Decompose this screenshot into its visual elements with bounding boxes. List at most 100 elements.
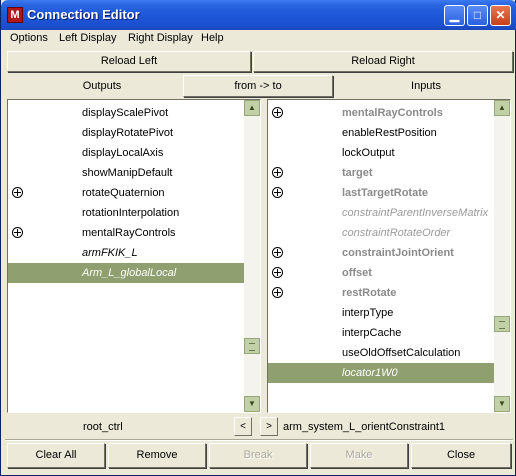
list-item[interactable]: displayScalePivot <box>8 103 244 123</box>
expand-plus-icon[interactable] <box>12 227 23 238</box>
close-button[interactable]: Close <box>411 443 511 468</box>
list-item-label: locator1W0 <box>342 367 398 379</box>
list-item[interactable]: rotateQuaternion <box>8 183 244 203</box>
outputs-scrollbar[interactable]: ▲ ▼ <box>244 100 260 412</box>
expand-plus-icon[interactable] <box>272 267 283 278</box>
list-item[interactable]: offset <box>268 263 494 283</box>
remove-button[interactable]: Remove <box>108 443 206 468</box>
arrow-down-icon: ▼ <box>248 399 256 408</box>
list-item[interactable]: interpType <box>268 303 494 323</box>
inputs-list[interactable]: mentalRayControls enableRestPosition lockO… <box>267 99 511 413</box>
list-item[interactable]: interpCache <box>268 323 494 343</box>
minimize-icon: ▁ <box>449 8 460 22</box>
list-item-label: Arm_L_globalLocal <box>82 267 177 279</box>
list-item-label: constraintJointOrient <box>342 247 454 259</box>
expand-plus-icon[interactable] <box>272 167 283 178</box>
maximize-button[interactable]: □ <box>467 5 488 26</box>
scroll-down-button[interactable]: ▼ <box>494 396 510 412</box>
chevron-left-icon: < <box>240 421 246 432</box>
list-item-label: offset <box>342 267 372 279</box>
list-item[interactable]: mentalRayControls <box>268 103 494 123</box>
chevron-right-icon: > <box>266 421 272 432</box>
inputs-header: Inputs <box>411 80 441 92</box>
list-item-label: displayScalePivot <box>82 107 169 119</box>
outputs-list[interactable]: displayScalePivot displayRotatePivot displ… <box>7 99 261 413</box>
scroll-down-button[interactable]: ▼ <box>244 396 260 412</box>
menu-options[interactable]: Options <box>10 32 48 44</box>
list-item[interactable]: lockOutput <box>268 143 494 163</box>
next-node-button[interactable]: > <box>260 417 278 436</box>
reload-right-button[interactable]: Reload Right <box>253 51 513 72</box>
expand-plus-icon[interactable] <box>272 247 283 258</box>
clear-all-button[interactable]: Clear All <box>7 443 105 468</box>
outputs-header: Outputs <box>82 80 122 92</box>
close-window-button[interactable]: ✕ <box>490 5 511 26</box>
scroll-up-button[interactable]: ▲ <box>244 100 260 116</box>
menu-right-display[interactable]: Right Display <box>128 32 193 44</box>
minimize-button[interactable]: ▁ <box>444 5 465 26</box>
list-item[interactable]: Arm_L_globalLocal <box>8 263 244 283</box>
scroll-thumb[interactable] <box>244 338 260 354</box>
expand-plus-icon[interactable] <box>272 107 283 118</box>
list-item[interactable]: enableRestPosition <box>268 123 494 143</box>
list-item[interactable]: armFKIK_L <box>8 243 244 263</box>
list-item[interactable]: locator1W0 <box>268 363 494 383</box>
list-item[interactable]: displayLocalAxis <box>8 143 244 163</box>
inputs-scrollbar[interactable]: ▲ ▼ <box>494 100 510 412</box>
maya-icon: M <box>7 7 23 23</box>
list-item-label: restRotate <box>342 287 397 299</box>
list-item[interactable]: showManipDefault <box>8 163 244 183</box>
list-item-label: lockOutput <box>342 147 395 159</box>
arrow-up-icon: ▲ <box>248 103 256 112</box>
list-item[interactable]: constraintParentInverseMatrix <box>268 203 494 223</box>
list-item-label: interpType <box>342 307 394 319</box>
prev-node-button[interactable]: < <box>234 417 252 436</box>
expand-plus-icon[interactable] <box>272 287 283 298</box>
list-item-label: rotationInterpolation <box>82 207 180 219</box>
break-button[interactable]: Break <box>209 443 307 468</box>
arrow-up-icon: ▲ <box>498 103 506 112</box>
list-item-label: mentalRayControls <box>342 107 443 119</box>
list-item-label: interpCache <box>342 327 402 339</box>
arrow-down-icon: ▼ <box>498 399 506 408</box>
title-bar[interactable]: M Connection Editor ▁ □ ✕ <box>1 0 516 30</box>
list-item-label: target <box>342 167 373 179</box>
list-item[interactable]: displayRotatePivot <box>8 123 244 143</box>
reload-left-button[interactable]: Reload Left <box>7 51 251 72</box>
list-item-label: useOldOffsetCalculation <box>342 347 461 359</box>
list-item-label: constraintParentInverseMatrix <box>342 207 489 219</box>
list-item[interactable]: rotationInterpolation <box>8 203 244 223</box>
menu-left-display[interactable]: Left Display <box>59 32 116 44</box>
divider <box>5 439 513 441</box>
menu-bar: Options Left Display Right Display Help <box>1 30 515 48</box>
list-item[interactable]: constraintJointOrient <box>268 243 494 263</box>
make-button[interactable]: Make <box>310 443 408 468</box>
connection-editor-window: M Connection Editor ▁ □ ✕ Options Left D… <box>0 0 516 476</box>
list-item-label: displayRotatePivot <box>82 127 174 139</box>
direction-toggle-button[interactable]: from -> to <box>183 75 333 97</box>
list-item-label: rotateQuaternion <box>82 187 165 199</box>
maximize-icon: □ <box>473 8 482 22</box>
left-node-name: root_ctrl <box>83 421 123 433</box>
list-item-label: mentalRayControls <box>82 227 176 239</box>
expand-plus-icon[interactable] <box>12 187 23 198</box>
list-item[interactable]: restRotate <box>268 283 494 303</box>
window-title: Connection Editor <box>27 7 140 22</box>
menu-help[interactable]: Help <box>201 32 224 44</box>
expand-plus-icon[interactable] <box>272 187 283 198</box>
list-item-label: armFKIK_L <box>82 247 138 259</box>
scroll-thumb[interactable] <box>494 316 510 332</box>
list-item-label: lastTargetRotate <box>342 187 428 199</box>
list-item-label: displayLocalAxis <box>82 147 164 159</box>
right-node-name: arm_system_L_orientConstraint1 <box>283 421 446 433</box>
list-item[interactable]: constraintRotateOrder <box>268 223 494 243</box>
close-icon: ✕ <box>495 8 506 22</box>
list-item-label: showManipDefault <box>82 167 173 179</box>
scroll-up-button[interactable]: ▲ <box>494 100 510 116</box>
list-item[interactable]: lastTargetRotate <box>268 183 494 203</box>
list-item[interactable]: mentalRayControls <box>8 223 244 243</box>
list-item[interactable]: useOldOffsetCalculation <box>268 343 494 363</box>
list-item-label: enableRestPosition <box>342 127 437 139</box>
list-item-label: constraintRotateOrder <box>342 227 451 239</box>
list-item[interactable]: target <box>268 163 494 183</box>
